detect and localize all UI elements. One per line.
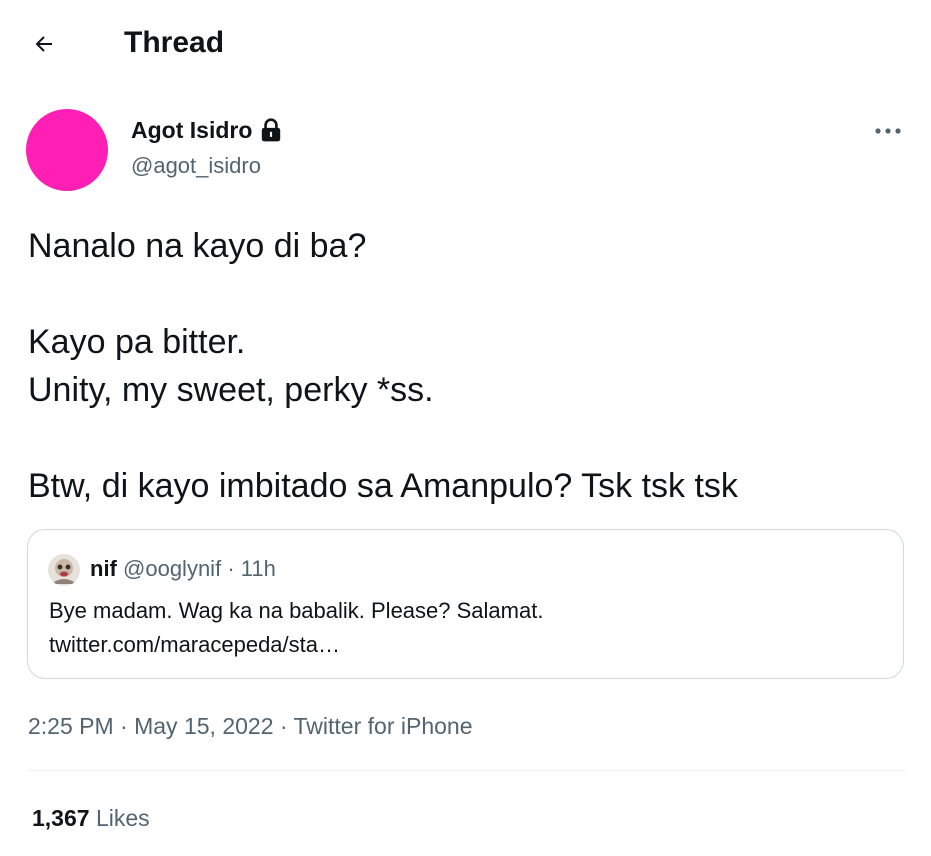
author-display-name[interactable]: Agot Isidro [131,116,252,144]
tweet-meta: 2:25 PM · May 15, 2022 · Twitter for iPh… [28,710,473,742]
thread-header: Thread [0,0,931,86]
tweet-line: Btw, di kayo imbitado sa Amanpulo? Tsk t… [28,467,738,505]
quote-text: Bye madam. Wag ka na babalik. Please? Sa… [49,598,544,623]
tweet-line: Kayo pa bitter. [28,323,246,361]
quote-author-name: nif [90,556,117,581]
more-horizontal-icon [875,128,901,134]
quote-link[interactable]: twitter.com/maracepeda/sta… [49,628,879,662]
page-title: Thread [124,26,225,59]
tweet-line: Unity, my sweet, perky *ss. [28,371,434,409]
tweet-line: Nanalo na kayo di ba? [28,227,367,265]
likes-count: 1,367 [32,805,90,831]
back-button[interactable] [22,22,66,66]
meta-separator: · [120,713,128,739]
quote-author-handle: @ooglynif [123,556,222,581]
lock-icon [258,117,284,143]
tweet-source[interactable]: Twitter for iPhone [294,713,473,739]
tweet-time[interactable]: 2:25 PM [28,713,114,739]
quote-separator: · [227,556,235,581]
meta-separator: · [279,713,288,739]
author-avatar[interactable] [26,109,108,191]
author-name-row[interactable]: Agot Isidro [131,116,284,144]
divider [28,770,906,771]
arrow-left-icon [35,36,52,52]
tweet-text: Nanalo na kayo di ba? Kayo pa bitter. Un… [28,222,908,510]
likes-label: Likes [95,805,150,831]
quote-meta: nif @ooglynif · 11h [90,554,276,584]
likes-link[interactable]: 1,367 Likes [32,802,150,834]
tweet-date[interactable]: May 15, 2022 [134,713,273,739]
more-button[interactable] [866,114,910,148]
quote-body: Bye madam. Wag ka na babalik. Please? Sa… [49,594,879,662]
quote-avatar [48,554,80,586]
quoted-tweet[interactable]: nif @ooglynif · 11h Bye madam. Wag ka na… [27,529,904,679]
quote-time: 11h [240,556,276,581]
author-handle[interactable]: @agot_isidro [131,152,261,180]
